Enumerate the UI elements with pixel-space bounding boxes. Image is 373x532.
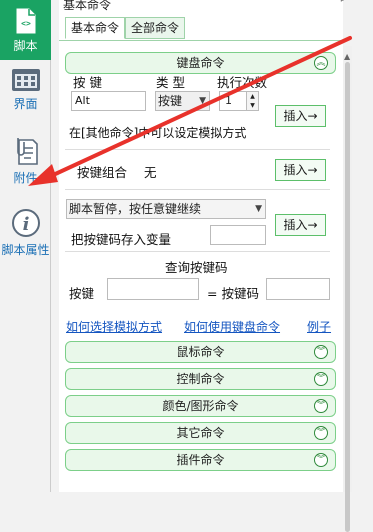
insert-key-button[interactable]: 插入→ <box>275 105 326 127</box>
times-stepper[interactable]: 1 ▲ ▼ <box>219 91 259 111</box>
section-mouse-header[interactable]: 鼠标命令 ︾ <box>65 341 336 363</box>
panel-title-text: 基本命令 <box>63 0 112 12</box>
script-file-icon: <> <box>16 8 35 34</box>
key-input[interactable]: Alt <box>71 91 146 111</box>
section-keyboard-header[interactable]: 键盘命令 ︽ <box>65 52 336 74</box>
chevron-down-icon: ▼ <box>255 204 262 214</box>
svg-text:<>: <> <box>21 19 31 28</box>
times-column-label: 执行次数 <box>217 75 268 90</box>
section-label: 插件命令 <box>176 453 225 467</box>
chevron-down-icon: ▼ <box>199 96 206 106</box>
sidebar-item-script[interactable]: <> 脚本 <box>0 0 51 60</box>
simulate-mode-note: 在[其他命令]中可以设定模拟方式 <box>69 126 247 140</box>
divider <box>65 189 330 190</box>
insert-combo-button[interactable]: 插入→ <box>275 159 326 181</box>
sidebar-item-label: 附件 <box>13 171 38 185</box>
tab-basic-commands[interactable]: 基本命令 <box>65 17 126 39</box>
how-to-choose-simulation-link[interactable]: 如何选择模拟方式 <box>66 318 162 335</box>
section-label: 颜色/图形命令 <box>162 399 239 413</box>
pause-select[interactable]: 脚本暂停，按任意键继续 ▼ <box>66 199 266 219</box>
query-key-label: 按键 <box>69 286 95 301</box>
sidebar-item-attachment[interactable]: 附件 <box>0 136 51 196</box>
expand-down-icon[interactable]: ︾ <box>314 345 328 359</box>
times-value: 1 <box>225 94 232 107</box>
section-label: 其它命令 <box>176 426 225 440</box>
section-color-graphic-header[interactable]: 颜色/图形命令 ︾ <box>65 395 336 417</box>
svg-text:i: i <box>22 214 29 235</box>
expand-down-icon[interactable]: ︾ <box>314 372 328 386</box>
section-plugin-header[interactable]: 插件命令 ︾ <box>65 449 336 471</box>
expand-down-icon[interactable]: ︾ <box>314 453 328 467</box>
type-select-value: 按键 <box>158 94 183 108</box>
interface-window-icon <box>11 69 40 91</box>
panel-title: 基本命令 ᵖ <box>59 0 345 12</box>
scrollbar-thumb[interactable] <box>345 62 350 532</box>
type-column-label: 类 型 <box>156 75 185 90</box>
how-to-use-keyboard-link[interactable]: 如何使用键盘命令 <box>184 318 280 335</box>
query-keycode-title: 查询按键码 <box>165 260 228 275</box>
divider <box>65 149 330 150</box>
combo-label: 按键组合 <box>77 165 128 180</box>
keycode-variable-input[interactable] <box>210 225 266 245</box>
example-link[interactable]: 例子 <box>307 318 331 335</box>
sidebar-item-label: 脚本 <box>13 39 38 53</box>
tab-divider <box>59 40 343 41</box>
section-label: 控制命令 <box>176 372 225 386</box>
key-column-label: 按 键 <box>73 75 102 90</box>
tab-all-commands[interactable]: 全部命令 <box>125 17 186 39</box>
pin-icon[interactable]: ᵖ <box>340 0 345 7</box>
sidebar-item-label: 脚本属性 <box>1 243 50 257</box>
vertical-scrollbar[interactable]: ▲ <box>343 46 352 532</box>
sidebar-item-interface[interactable]: 界面 <box>0 68 51 124</box>
query-key-input[interactable] <box>107 278 199 300</box>
info-icon: i <box>11 209 40 237</box>
section-label: 鼠标命令 <box>176 345 225 359</box>
command-content: 键盘命令 ︽ 按 键 类 型 执行次数 Alt 按键 ▼ 1 ▲ ▼ 插入→ 在[… <box>59 46 343 492</box>
expand-down-icon[interactable]: ︾ <box>314 399 328 413</box>
query-keycode-output <box>266 278 330 300</box>
expand-down-icon[interactable]: ︾ <box>314 426 328 440</box>
save-keycode-label: 把按键码存入变量 <box>71 232 172 247</box>
sidebar-item-script-properties[interactable]: i 脚本属性 <box>0 208 51 268</box>
scroll-up-icon[interactable]: ▲ <box>344 52 350 61</box>
left-sidebar: <> 脚本 界面 附件 i 脚本属性 <box>0 0 51 492</box>
stepper-arrows-icon[interactable]: ▲ ▼ <box>246 92 258 110</box>
type-select[interactable]: 按键 ▼ <box>155 91 210 111</box>
section-control-header[interactable]: 控制命令 ︾ <box>65 368 336 390</box>
collapse-up-icon[interactable]: ︽ <box>314 56 328 70</box>
insert-pause-button[interactable]: 插入→ <box>275 214 326 236</box>
section-keyboard-label: 键盘命令 <box>176 56 225 70</box>
combo-value[interactable]: 无 <box>144 162 157 181</box>
divider <box>65 251 330 252</box>
sidebar-item-label: 界面 <box>13 97 38 111</box>
command-panel: 基本命令 ᵖ 基本命令 全部命令 键盘命令 ︽ 按 键 类 型 执行次数 Alt… <box>59 0 352 532</box>
section-other-header[interactable]: 其它命令 ︾ <box>65 422 336 444</box>
pause-select-value: 脚本暂停，按任意键继续 <box>69 202 202 216</box>
query-keycode-label: = 按键码 <box>207 286 259 301</box>
attachment-clip-icon <box>16 138 38 165</box>
